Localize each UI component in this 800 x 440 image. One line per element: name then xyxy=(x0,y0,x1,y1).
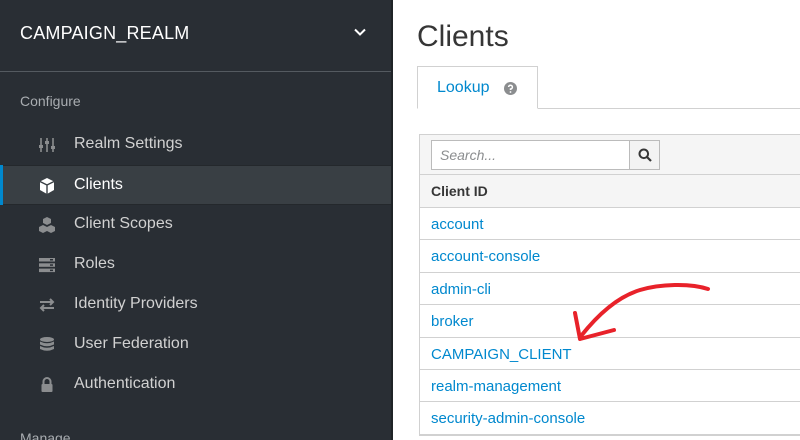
sidebar-item-label: Roles xyxy=(74,255,115,272)
client-link[interactable]: admin-cli xyxy=(431,281,491,298)
sidebar-item-authentication[interactable]: Authentication xyxy=(0,365,391,405)
sidebar-item-label: Clients xyxy=(74,176,123,193)
sidebar-item-label: Client Scopes xyxy=(74,215,173,232)
table-row: account-console xyxy=(420,240,800,273)
table-row: broker xyxy=(420,305,800,338)
search-input[interactable] xyxy=(431,140,630,170)
section-label-configure: Configure xyxy=(20,93,81,109)
table-row: admin-cli xyxy=(420,272,800,306)
sidebar-item-label: Realm Settings xyxy=(74,135,183,152)
sidebar-item-identity-providers[interactable]: Identity Providers xyxy=(0,285,391,325)
page-title: Clients xyxy=(417,20,509,53)
tab-lookup[interactable]: Lookup xyxy=(417,66,538,109)
table-row: account xyxy=(420,208,800,241)
table-header: Client ID xyxy=(420,175,800,208)
database-icon xyxy=(40,337,54,351)
sidebar-item-label: Identity Providers xyxy=(74,295,198,312)
chevron-down-icon xyxy=(354,28,366,36)
section-label-manage: Manage xyxy=(20,430,71,440)
main-content: Clients Lookup Client ID account account… xyxy=(393,0,800,440)
tab-label: Lookup xyxy=(437,79,490,96)
table-row: realm-management xyxy=(420,369,800,403)
realm-name: CAMPAIGN_REALM xyxy=(20,23,190,43)
sidebar-item-label: User Federation xyxy=(74,335,189,352)
sidebar-item-clients[interactable]: Clients xyxy=(0,165,391,205)
search-button[interactable] xyxy=(629,140,660,170)
client-link[interactable]: account xyxy=(431,216,484,233)
exchange-icon xyxy=(39,298,55,312)
client-link[interactable]: account-console xyxy=(431,248,540,265)
help-icon[interactable] xyxy=(504,82,517,95)
table-toolbar xyxy=(420,135,800,175)
sidebar-item-user-federation[interactable]: User Federation xyxy=(0,325,391,365)
table-row: security-admin-console xyxy=(420,402,800,435)
cubes-icon xyxy=(39,217,55,233)
client-link[interactable]: security-admin-console xyxy=(431,410,585,427)
client-link[interactable]: realm-management xyxy=(431,378,561,395)
sidebar: CAMPAIGN_REALM Configure Realm Settings … xyxy=(0,0,391,440)
lock-icon xyxy=(41,377,53,392)
client-link[interactable]: broker xyxy=(431,313,474,330)
search-icon xyxy=(638,148,652,162)
sidebar-item-client-scopes[interactable]: Client Scopes xyxy=(0,205,391,245)
table-row: CAMPAIGN_CLIENT xyxy=(420,337,800,370)
column-header-client-id: Client ID xyxy=(431,183,488,199)
clients-table: Client ID account account-console admin-… xyxy=(419,134,800,436)
realm-selector[interactable]: CAMPAIGN_REALM xyxy=(0,0,391,72)
client-link[interactable]: CAMPAIGN_CLIENT xyxy=(431,346,572,363)
sidebar-item-roles[interactable]: Roles xyxy=(0,245,391,285)
sliders-icon xyxy=(39,138,55,152)
sidebar-item-label: Authentication xyxy=(74,375,176,392)
sidebar-item-realm-settings[interactable]: Realm Settings xyxy=(0,125,391,165)
cube-icon xyxy=(39,178,55,194)
list-icon xyxy=(39,258,55,273)
